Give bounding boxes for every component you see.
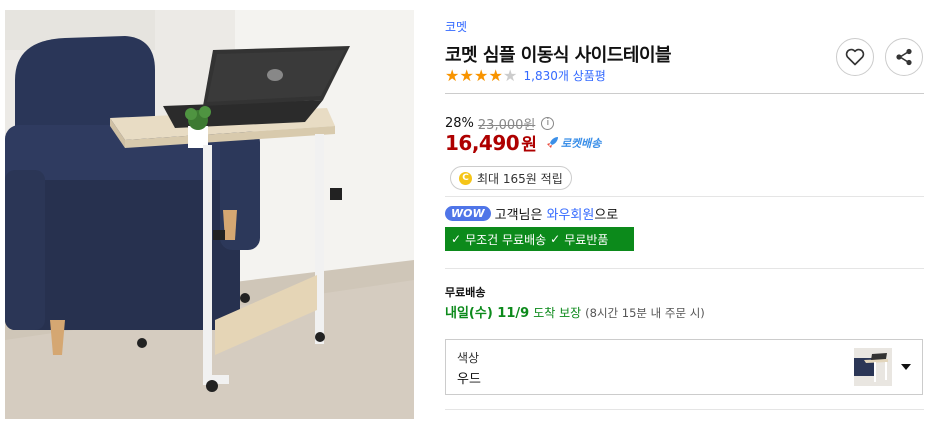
delivery-date: 내일(수) 11/9 <box>445 306 530 321</box>
option-value: 우드 <box>457 372 481 387</box>
check-icon: ✓ <box>550 232 561 246</box>
rocket-delivery-badge: 로켓배송 <box>546 135 601 151</box>
share-button[interactable] <box>885 38 923 76</box>
star-rating: ★ ★ ★ ★ ★ <box>445 65 518 85</box>
product-title: 코멧 심플 이동식 사이드테이블 <box>445 45 672 66</box>
wow-text-after: 으로 <box>594 208 619 223</box>
star-icon: ★ <box>488 65 503 85</box>
wow-row: WOW 고객님은 와우회원 으로 <box>445 204 618 223</box>
rocket-label: 로켓배송 <box>560 136 602 150</box>
shipping-title: 무료배송 <box>445 286 486 299</box>
star-empty-icon: ★ <box>503 65 518 85</box>
discount-rate: 28% <box>445 116 474 131</box>
coin-icon: C <box>459 171 472 185</box>
sale-price: 16,490 <box>445 130 520 155</box>
brand-link[interactable]: 코멧 <box>445 18 467 35</box>
product-image[interactable] <box>5 10 414 419</box>
cashback-text: 최대 165원 적립 <box>477 171 563 186</box>
cashback-badge[interactable]: C 최대 165원 적립 <box>450 166 572 190</box>
option-label: 색상 <box>457 351 480 365</box>
benefit-free-shipping: 무조건 무료배송 <box>465 232 547 247</box>
wow-member-link[interactable]: 와우회원 <box>546 204 594 223</box>
option-select[interactable]: 색상 우드 <box>445 339 923 395</box>
check-icon: ✓ <box>451 232 462 246</box>
benefit-free-return: 무료반품 <box>564 232 609 247</box>
divider <box>445 409 924 410</box>
rocket-icon <box>546 137 558 148</box>
share-icon <box>896 48 912 66</box>
wow-benefits-banner: ✓ 무조건 무료배송 ✓ 무료반품 <box>445 227 634 251</box>
wow-badge: WOW <box>445 206 491 221</box>
delivery-note: (8시간 15분 내 주문 시) <box>585 306 705 320</box>
price-row: 16,490 원 로켓배송 <box>445 130 601 156</box>
wishlist-button[interactable] <box>836 38 874 76</box>
divider <box>445 196 924 197</box>
divider <box>445 268 924 269</box>
star-icon: ★ <box>459 65 474 85</box>
product-info: 코멧 코멧 심플 이동식 사이드테이블 ★ ★ ★ ★ ★ 1,830개 상품평… <box>445 0 925 421</box>
info-icon[interactable]: i <box>541 117 555 130</box>
star-icon: ★ <box>445 65 460 85</box>
divider <box>445 93 924 94</box>
chevron-down-icon <box>901 364 911 370</box>
rating[interactable]: ★ ★ ★ ★ ★ 1,830개 상품평 <box>445 67 606 84</box>
currency-unit: 원 <box>521 135 537 155</box>
heart-icon <box>845 48 865 66</box>
star-icon: ★ <box>474 65 489 85</box>
review-count-link[interactable]: 1,830개 상품평 <box>524 67 606 84</box>
option-thumbnail <box>854 348 892 386</box>
delivery-guarantee: 도착 보장 <box>533 306 582 320</box>
wow-text-before: 고객님은 <box>494 208 543 223</box>
shipping-row: 내일(수) 11/9 도착 보장 (8시간 15분 내 주문 시) <box>445 302 705 321</box>
